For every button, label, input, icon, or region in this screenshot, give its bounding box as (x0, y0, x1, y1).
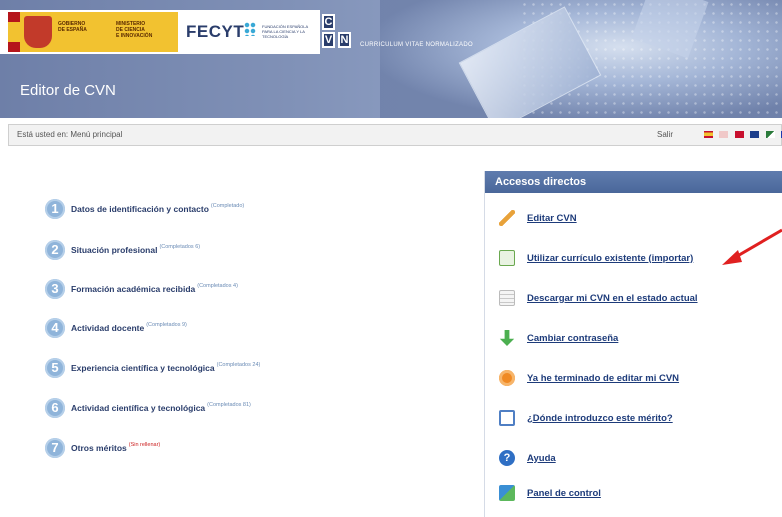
menu-item-title[interactable]: Situación profesional (71, 245, 157, 255)
menu-item-situacion[interactable]: 2 Situación profesional (Completados 6) (45, 240, 200, 260)
fecyt-dots-icon (244, 22, 256, 36)
cvn-letter-n: N (338, 32, 351, 48)
question-icon: ? (499, 450, 515, 466)
help-link[interactable]: ? Ayuda (499, 448, 556, 468)
flag-gl-icon[interactable] (765, 131, 775, 138)
menu-item-status: (Completados 6) (159, 244, 201, 250)
red-arrow-annotation (722, 228, 782, 265)
help-doc-icon (499, 410, 515, 426)
menu-item-status: (Completados 9) (146, 322, 187, 328)
link-label[interactable]: Editar CVN (527, 213, 577, 224)
menu-item-status: (Completado) (210, 203, 245, 209)
ministry-text: MINISTERIO DE CIENCIA E INNOVACIÓN (116, 21, 153, 39)
menu-item-title[interactable]: Experiencia científica y tecnológica (71, 363, 215, 373)
app-title: Editor de CVN (20, 82, 116, 99)
menu-item-docente[interactable]: 4 Actividad docente (Completados 9) (45, 318, 187, 338)
menu-item-title[interactable]: Actividad docente (71, 323, 144, 333)
control-panel-link[interactable]: Panel de control (499, 483, 601, 503)
menu-item-experiencia[interactable]: 5 Experiencia científica y tecnológica (… (45, 358, 260, 378)
government-logo: GOBIERNO DE ESPAÑA MINISTERIO DE CIENCIA… (8, 12, 178, 52)
breadcrumb: Está usted en: Menú principal (17, 130, 123, 139)
fecyt-logo: FECYT (186, 22, 245, 41)
step-number-badge: 6 (45, 398, 65, 418)
download-cvn-link[interactable]: Descargar mi CVN en el estado actual (499, 288, 698, 308)
menu-item-status: (Completados 81) (207, 402, 251, 408)
gov-text: GOBIERNO DE ESPAÑA (58, 21, 87, 33)
stop-icon (499, 370, 515, 386)
breadcrumb-bar: Está usted en: Menú principal Salir (8, 124, 782, 146)
pencil-icon (499, 210, 515, 226)
cvn-logo: C V N (322, 14, 352, 52)
link-label[interactable]: Descargar mi CVN en el estado actual (527, 293, 698, 304)
menu-item-status: (Completados 24) (216, 362, 261, 368)
step-number-badge: 2 (45, 240, 65, 260)
menu-item-status: (Sin rellenar) (128, 442, 161, 448)
spain-flag-icon (8, 12, 20, 52)
change-password-link[interactable]: Cambiar contraseña (499, 328, 618, 348)
import-icon (499, 250, 515, 266)
link-label[interactable]: Utilizar currículo existente (importar) (527, 253, 693, 264)
menu-item-title[interactable]: Actividad científica y tecnológica (71, 403, 205, 413)
menu-item-status: (Completados 4) (197, 283, 238, 289)
fecyt-subtitle: FUNDACIÓN ESPAÑOLA PARA LA CIENCIA Y LA … (262, 24, 308, 39)
green-arrow-icon (499, 330, 515, 346)
step-number-badge: 1 (45, 199, 65, 219)
step-number-badge: 7 (45, 438, 65, 458)
menu-item-formacion[interactable]: 3 Formación académica recibida (Completa… (45, 279, 238, 299)
menu-item-actividad-cientifica[interactable]: 6 Actividad científica y tecnológica (Co… (45, 398, 251, 418)
coat-of-arms-icon (24, 16, 52, 48)
step-number-badge: 5 (45, 358, 65, 378)
menu-item-title[interactable]: Otros méritos (71, 443, 127, 453)
link-label[interactable]: Cambiar contraseña (527, 333, 618, 344)
menu-item-title[interactable]: Datos de identificación y contacto (71, 204, 209, 214)
cvn-letter-v: V (322, 32, 335, 48)
flag-en-icon[interactable] (750, 131, 760, 138)
logout-link[interactable]: Salir (657, 130, 673, 139)
panel-title: Accesos directos (485, 171, 782, 193)
link-label[interactable]: ¿Dónde introduzco este mérito? (527, 413, 673, 424)
menu-item-identificacion[interactable]: 1 Datos de identificación y contacto (Co… (45, 199, 244, 219)
flag-ca-icon[interactable] (719, 131, 729, 138)
control-panel-icon (499, 485, 515, 501)
edit-cvn-link[interactable]: Editar CVN (499, 208, 577, 228)
menu-item-title[interactable]: Formación académica recibida (71, 284, 195, 294)
import-cv-link[interactable]: Utilizar currículo existente (importar) (499, 248, 693, 268)
where-merit-link[interactable]: ¿Dónde introduzco este mérito? (499, 408, 673, 428)
finish-editing-link[interactable]: Ya he terminado de editar mi CVN (499, 368, 679, 388)
header-banner: GOBIERNO DE ESPAÑA MINISTERIO DE CIENCIA… (0, 0, 782, 118)
step-number-badge: 4 (45, 318, 65, 338)
step-number-badge: 3 (45, 279, 65, 299)
cvn-tagline: CURRICULUM VITAE NORMALIZADO (360, 42, 473, 48)
cvn-letter-c: C (322, 14, 335, 30)
link-label[interactable]: Ayuda (527, 453, 556, 464)
link-label[interactable]: Ya he terminado de editar mi CVN (527, 373, 679, 384)
flag-eu-icon[interactable] (734, 131, 744, 138)
language-flags (704, 131, 782, 141)
menu-item-otros-meritos[interactable]: 7 Otros méritos (Sin rellenar) (45, 438, 160, 458)
flag-es-icon[interactable] (704, 131, 713, 138)
link-label[interactable]: Panel de control (527, 488, 601, 499)
document-icon (499, 290, 515, 306)
quick-access-panel: Accesos directos Editar CVN Utilizar cur… (484, 171, 782, 517)
